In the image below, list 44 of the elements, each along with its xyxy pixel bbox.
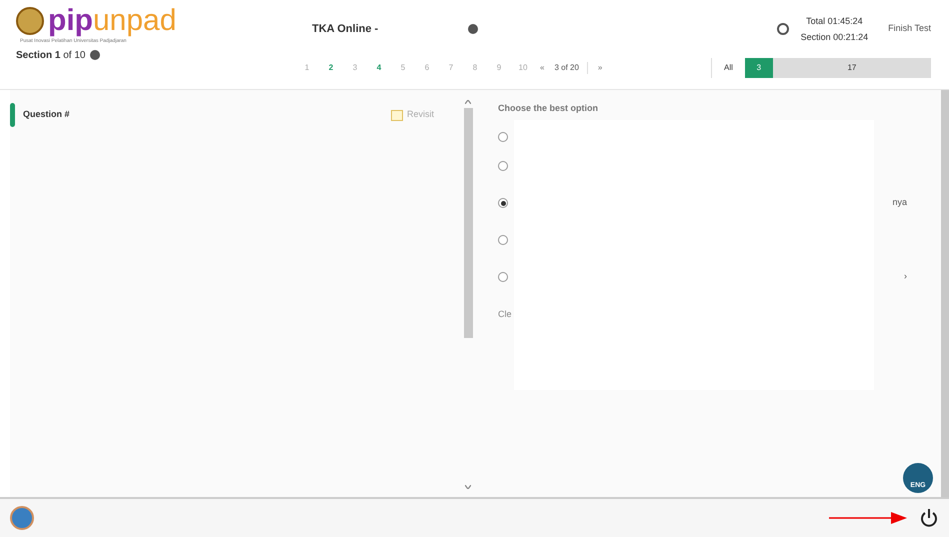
edit-icon	[390, 110, 403, 120]
radio-button[interactable]	[498, 161, 508, 171]
page-number[interactable]: 8	[468, 62, 482, 74]
answered-count: 3	[744, 58, 773, 78]
page-number[interactable]: 5	[396, 62, 410, 74]
clear-button[interactable]: Cle	[498, 308, 512, 321]
page-number[interactable]: 1	[300, 62, 314, 74]
radio-button[interactable]	[498, 132, 508, 142]
option-text: ›	[904, 270, 907, 284]
arrow-icon	[829, 512, 907, 524]
total-timer: Total 01:45:24	[806, 15, 863, 28]
revisit-button[interactable]: Revisit	[390, 108, 434, 122]
accent-bar	[10, 103, 15, 127]
radio-button[interactable]	[498, 272, 508, 282]
logo-text: unpad	[93, 6, 176, 36]
previous-page-button[interactable]: «	[540, 62, 544, 74]
scrollbar[interactable]	[941, 90, 949, 497]
power-icon[interactable]	[919, 508, 939, 528]
app-icon[interactable]	[10, 506, 34, 530]
finish-test-button[interactable]: Finish Test	[888, 22, 931, 36]
section-timer: Section 00:21:24	[800, 31, 868, 44]
page-number[interactable]: 7	[444, 62, 458, 74]
emblem-icon	[16, 7, 44, 35]
next-page-button[interactable]: »	[598, 62, 602, 74]
page-number[interactable]: 10	[516, 62, 530, 74]
scrollbar-thumb[interactable]	[464, 108, 472, 338]
page-number[interactable]: 2	[324, 62, 338, 74]
page-number[interactable]: 6	[420, 62, 434, 74]
unanswered-count: 17	[846, 62, 858, 74]
scroll-up-icon[interactable]	[465, 100, 471, 104]
scroll-down-icon[interactable]	[465, 485, 471, 489]
all-label: All	[724, 62, 733, 74]
option-text: nya	[892, 196, 907, 210]
logo-text: pip	[48, 6, 93, 36]
test-title: TKA Online -	[312, 22, 378, 37]
page-number[interactable]: 3	[348, 62, 362, 74]
page-number[interactable]: 9	[492, 62, 506, 74]
page-number[interactable]: 4	[372, 62, 386, 74]
section-label: Section 1 of 10	[16, 48, 86, 62]
prompt-text: Choose the best option	[498, 102, 599, 115]
page-position: 3 of 20	[554, 62, 588, 74]
radio-button[interactable]	[498, 235, 508, 245]
question-title: Question #	[23, 108, 70, 122]
radio-button[interactable]	[498, 198, 508, 208]
